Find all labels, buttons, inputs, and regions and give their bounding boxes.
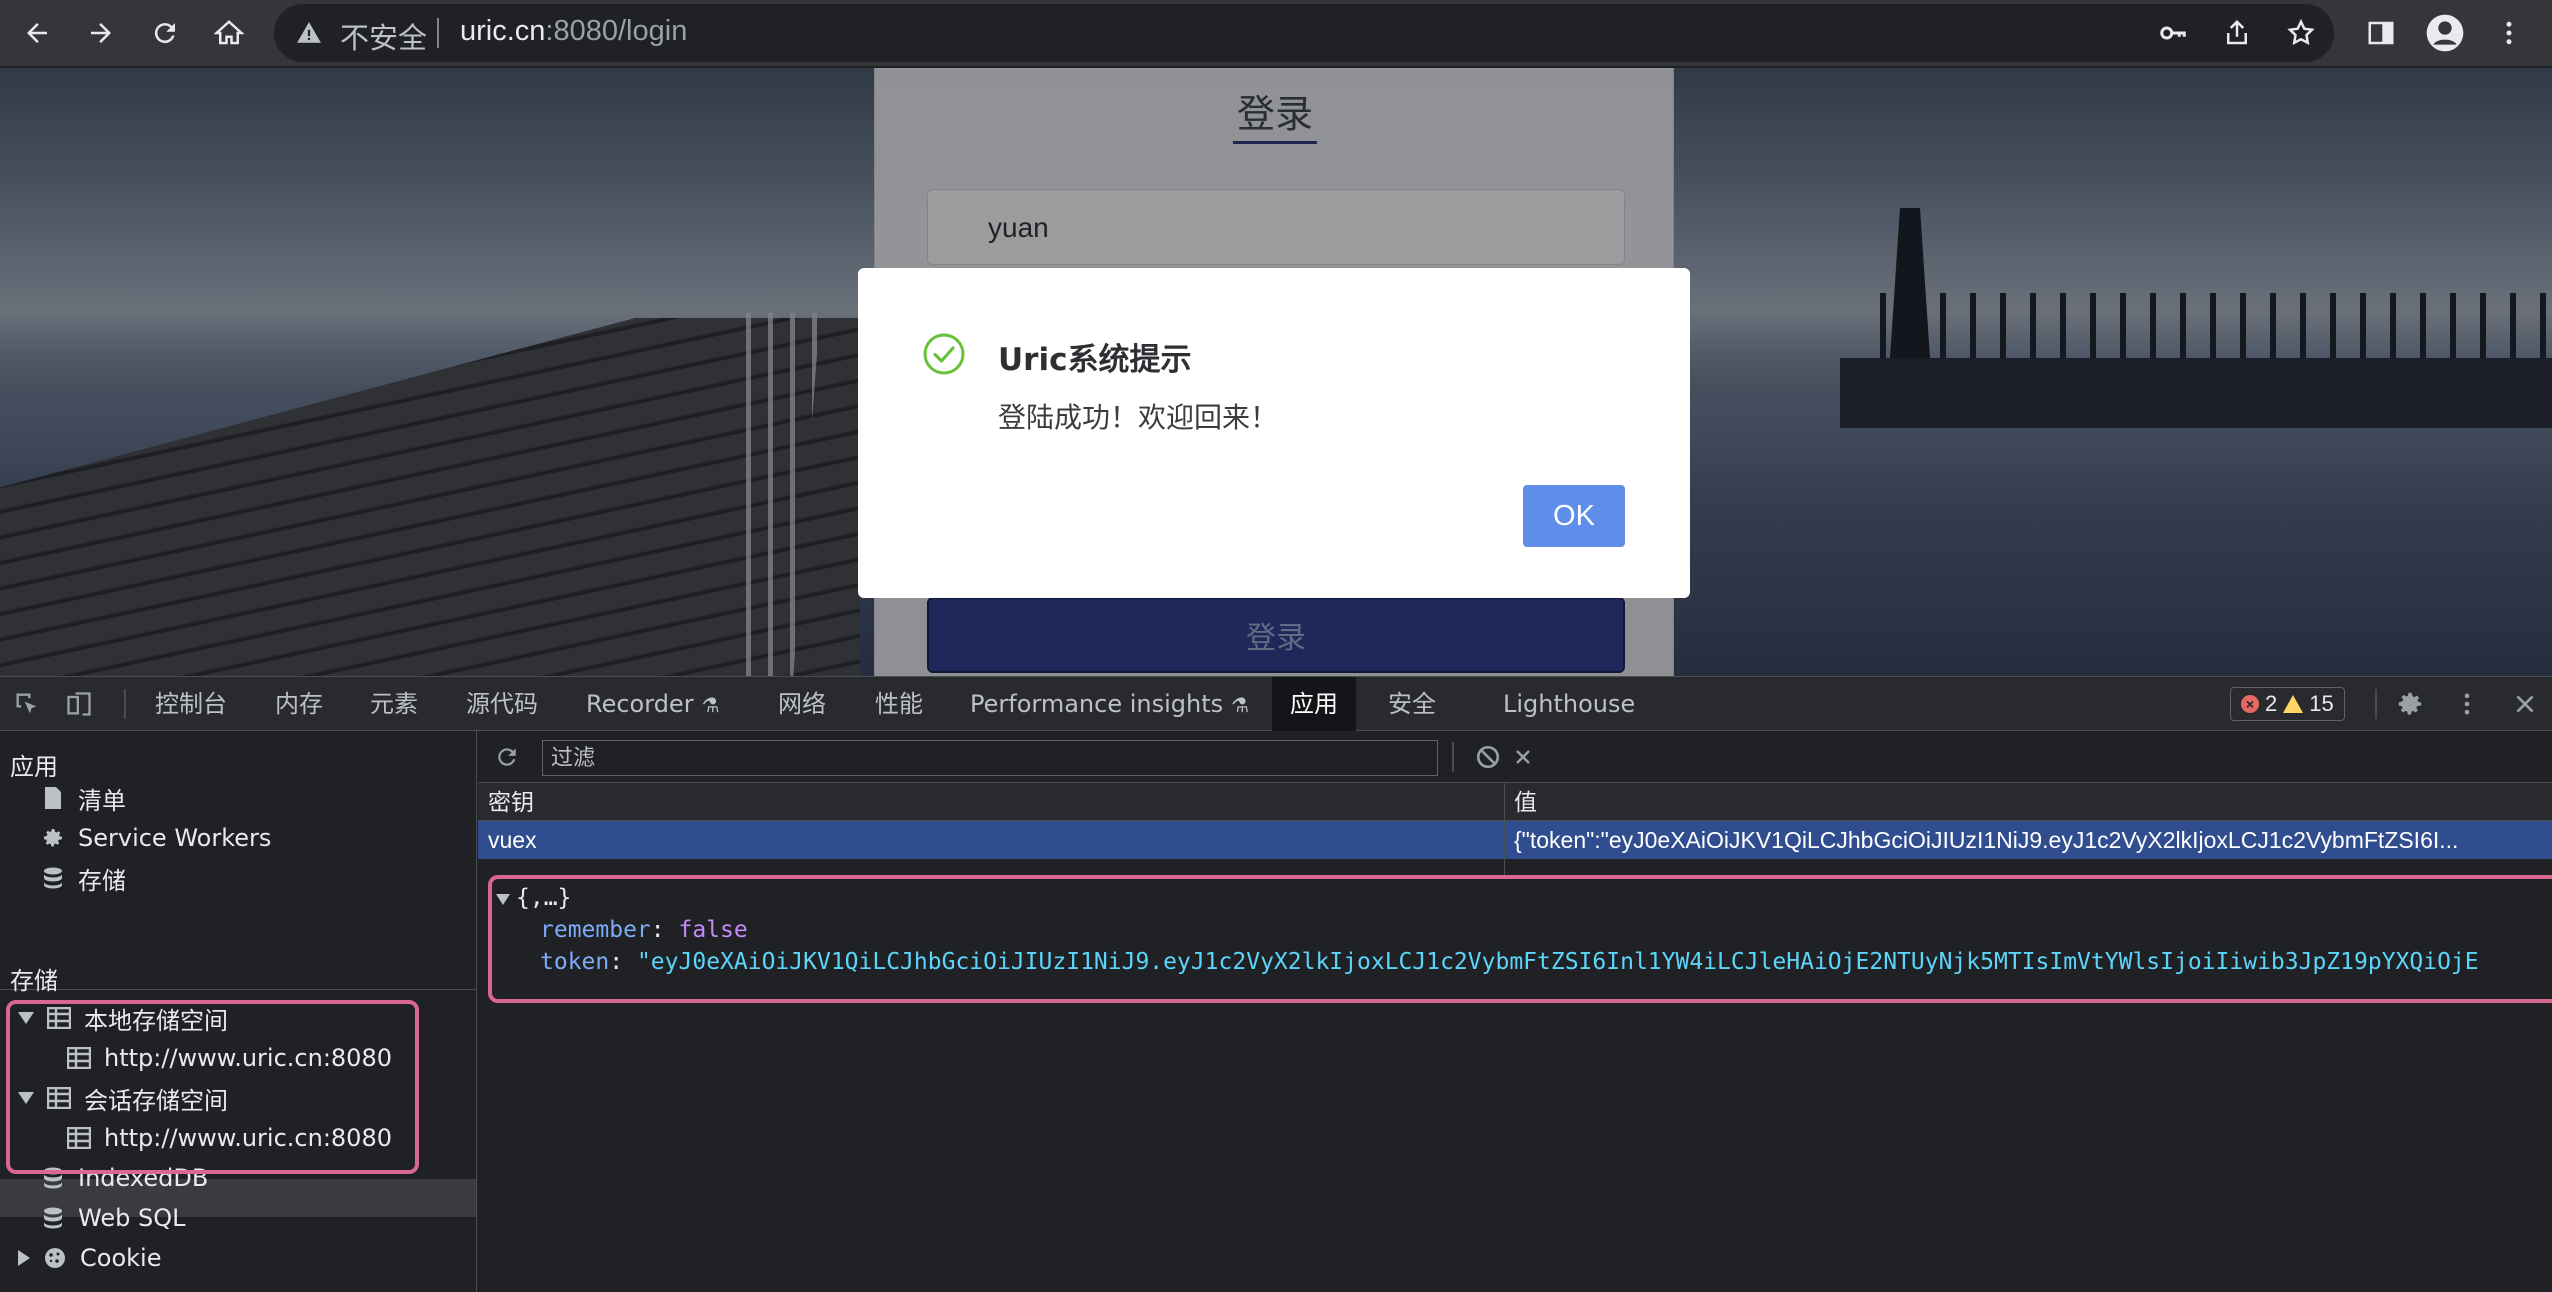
tab-sources[interactable]: 源代码 [466, 677, 538, 731]
profile-avatar-icon[interactable] [2420, 8, 2470, 58]
sidebar-item-storage-overview[interactable]: 存储 [40, 859, 126, 897]
home-icon[interactable] [204, 8, 254, 58]
tab-performance-insights[interactable]: Performance insights ⚗ [970, 677, 1249, 731]
delete-selected-icon[interactable] [1498, 732, 1548, 782]
grid-header: 密钥 值 [478, 783, 2552, 821]
tab-divider [124, 689, 126, 719]
sidebar-item-websql[interactable]: Web SQL [40, 1199, 185, 1237]
security-label[interactable]: 不安全 [340, 15, 427, 57]
property-value: "eyJ0eXAiOiJKV1QiLCJhbGciOiJIUzI1NiJ9.ey… [636, 949, 2479, 975]
device-toolbar-icon[interactable] [54, 679, 104, 729]
storage-panel: 密钥 值 vuex {"token":"eyJ0eXAiOiJKV1QiLCJh… [478, 731, 2552, 1292]
url-text[interactable]: uric.cn:8080/login [460, 15, 687, 48]
close-devtools-icon[interactable] [2500, 679, 2550, 729]
sidebar-item-label: Web SQL [78, 1204, 186, 1232]
devtools-menu-icon[interactable] [2442, 679, 2492, 729]
tab-divider [2375, 689, 2377, 719]
warning-icon[interactable] [294, 18, 324, 48]
storage-annotation-box [6, 1000, 419, 1174]
value-preview: {,…} remember: false token: "eyJ0eXAiOiJ… [488, 875, 2552, 1003]
tab-lighthouse[interactable]: Lighthouse [1503, 677, 1635, 731]
document-icon [40, 785, 66, 811]
tab-application[interactable]: 应用 [1272, 677, 1356, 731]
database-icon [40, 1205, 66, 1231]
sidebar-divider [0, 989, 477, 990]
error-count: 2 [2265, 691, 2278, 716]
preview-property-token: token: "eyJ0eXAiOiJKV1QiLCJhbGciOiJIUzI1… [540, 949, 2479, 975]
devtools-panel: 控制台 内存 元素 源代码 Recorder ⚗ 网络 性能 Performanc… [0, 676, 2552, 1292]
refresh-icon[interactable] [482, 732, 532, 782]
tab-security[interactable]: 安全 [1388, 677, 1436, 731]
tab-recorder[interactable]: Recorder ⚗ [586, 677, 720, 731]
tab-network[interactable]: 网络 [778, 677, 826, 731]
sidebar-item-label: 存储 [78, 866, 126, 895]
settings-gear-icon[interactable] [2385, 679, 2435, 729]
kebab-menu-icon[interactable] [2484, 8, 2534, 58]
property-key: remember [540, 917, 651, 943]
tab-performance-insights-label: Performance insights [970, 690, 1224, 718]
flask-icon: ⚗ [701, 693, 720, 717]
warning-count: 15 [2309, 691, 2334, 716]
sidebar-item-cookie[interactable]: Cookie [18, 1239, 161, 1277]
dialog-title: Uric系统提示 [998, 342, 1192, 378]
filter-input[interactable] [542, 740, 1438, 776]
browser-toolbar: 不安全 uric.cn:8080/login [0, 0, 2552, 67]
share-icon[interactable] [2212, 8, 2262, 58]
property-key: token [540, 949, 610, 975]
property-value: false [678, 917, 748, 943]
address-bar[interactable]: 不安全 uric.cn:8080/login [274, 4, 2334, 62]
url-path: :8080/login [545, 15, 688, 47]
sidebar-item-label: Service Workers [78, 824, 272, 852]
row-key: vuex [488, 827, 537, 853]
error-icon: × [2241, 695, 2259, 713]
bookmark-star-icon[interactable] [2276, 8, 2326, 58]
column-separator [1504, 783, 1505, 877]
row-value: {"token":"eyJ0eXAiOiJKV1QiLCJhbGciOiJIUz… [1514, 827, 2459, 853]
column-header-value[interactable]: 值 [1514, 783, 1537, 821]
tab-memory[interactable]: 内存 [275, 677, 323, 731]
omnibox-divider [437, 18, 439, 48]
message-dialog: Uric系统提示 登陆成功！欢迎回来！ OK [858, 268, 1690, 598]
reload-icon[interactable] [140, 8, 190, 58]
tab-recorder-label: Recorder [586, 690, 694, 718]
inspect-element-icon[interactable] [2, 679, 52, 729]
tab-elements[interactable]: 元素 [370, 677, 418, 731]
tab-performance[interactable]: 性能 [875, 677, 923, 731]
issues-badge[interactable]: × 2 15 [2230, 687, 2345, 721]
ok-button[interactable]: OK [1523, 485, 1625, 547]
preview-root-label: {,…} [516, 885, 572, 911]
sidebar-item-service-workers[interactable]: Service Workers [40, 819, 271, 857]
column-header-key[interactable]: 密钥 [488, 783, 534, 821]
filter-toolbar [478, 731, 2552, 783]
tab-console[interactable]: 控制台 [155, 677, 227, 731]
forward-icon[interactable] [76, 8, 126, 58]
page-viewport: 登录 yuan 登录 Uric系统提示 登陆成功！欢迎回来！ OK [0, 68, 2552, 676]
expand-arrow-icon[interactable] [18, 1250, 30, 1266]
side-panel-icon[interactable] [2356, 8, 2406, 58]
expand-arrow-icon[interactable] [496, 894, 510, 905]
preview-root[interactable]: {,…} [496, 885, 571, 911]
warning-icon [2283, 695, 2304, 713]
table-row[interactable]: vuex {"token":"eyJ0eXAiOiJKV1QiLCJhbGciO… [478, 821, 2552, 859]
dialog-message: 登陆成功！欢迎回来！ [998, 401, 1279, 434]
devtools-tabbar: 控制台 内存 元素 源代码 Recorder ⚗ 网络 性能 Performanc… [0, 677, 2552, 731]
gear-icon [40, 825, 66, 851]
url-host: uric.cn [460, 15, 546, 47]
toolbar-divider [1452, 742, 1454, 772]
back-icon[interactable] [12, 8, 62, 58]
preview-property-remember: remember: false [540, 917, 748, 943]
sidebar-item-label: 清单 [78, 786, 126, 815]
database-icon [40, 865, 66, 891]
cookie-icon [42, 1245, 68, 1271]
key-icon[interactable] [2148, 8, 2198, 58]
sidebar-item-manifest[interactable]: 清单 [40, 779, 126, 817]
sidebar-heading-application: 应用 [10, 753, 58, 781]
sidebar-item-label: Cookie [80, 1244, 162, 1272]
success-check-icon [922, 332, 966, 376]
sidebar-heading-storage: 存储 [10, 967, 58, 995]
flask-icon: ⚗ [1231, 693, 1250, 717]
